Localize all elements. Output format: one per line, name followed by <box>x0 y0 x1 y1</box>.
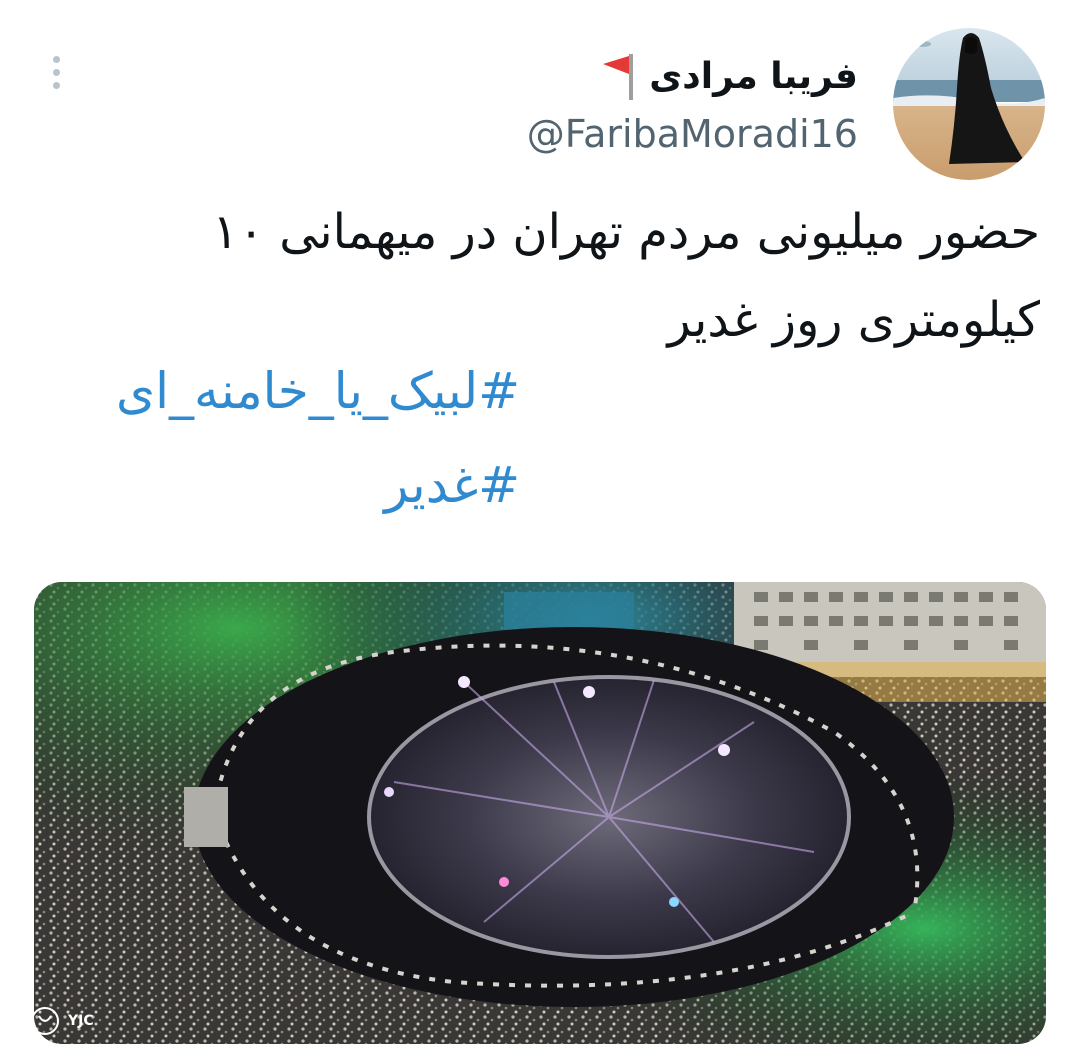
yjc-logo-icon <box>31 1007 59 1035</box>
username-handle[interactable]: @FaribaMoradi16 <box>527 112 858 156</box>
display-name-text: فریبا مرادی <box>649 55 858 97</box>
tweet-text: حضور میلیونی مردم تهران در میهمانی ۱۰ کی… <box>212 204 1040 348</box>
watermark-text: YJC <box>68 1013 94 1029</box>
more-options-button[interactable] <box>44 56 68 92</box>
profile-photo-icon <box>893 28 1045 180</box>
aerial-crowd-photo-icon <box>34 582 1046 1044</box>
display-name[interactable]: فریبا مرادی <box>599 50 858 102</box>
red-flag-icon <box>603 54 634 100</box>
hashtag-link[interactable]: #غدیر <box>384 456 520 514</box>
avatar[interactable] <box>893 28 1045 180</box>
media-watermark: YJC <box>30 1006 94 1036</box>
hashtag-link[interactable]: #لبیک_یا_خامنه_ای <box>116 362 520 420</box>
tweet-media-image[interactable] <box>34 582 1046 1044</box>
more-vertical-icon <box>52 56 60 63</box>
